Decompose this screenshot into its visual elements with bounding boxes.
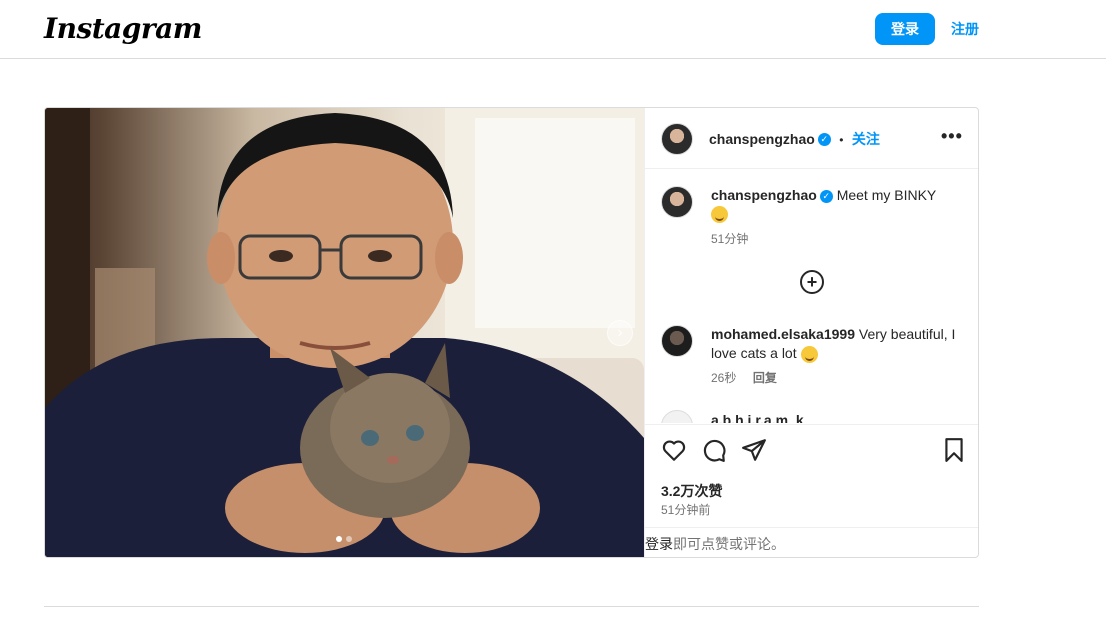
comment-item: a.b.h.i.r.a.m_k [711,412,804,423]
heart-eyes-emoji-icon [800,345,818,363]
bookmark-icon[interactable] [941,437,967,463]
like-count[interactable]: 3.2万次赞 [661,481,722,501]
caption-time: 51分钟 [711,232,749,246]
commenter-avatar[interactable] [661,410,693,423]
carousel-indicator [336,536,352,542]
carousel-dot-active [336,536,342,542]
separator-dot: • [839,133,844,147]
post-sidebar: chanspengzhao ✓ • 关注 ••• chanspengzhao ✓ M… [644,108,978,557]
author-avatar[interactable] [661,123,693,155]
like-heart-icon[interactable] [661,437,687,463]
verified-badge-icon: ✓ [819,189,833,203]
comment-text-line: mohamed.elsaka1999 Very beautiful, I lov… [711,325,966,363]
login-link[interactable]: 登录 [645,534,673,554]
caption-author-avatar[interactable] [661,186,693,218]
comment-time: 26秒 [711,371,737,385]
comment-username[interactable]: mohamed.elsaka1999 [711,326,855,342]
divider [44,606,979,607]
author-username[interactable]: chanspengzhao [709,131,815,147]
carousel-next-icon[interactable]: › [607,320,633,346]
signup-link[interactable]: 注册 [951,13,979,45]
post-header: chanspengzhao ✓ • 关注 ••• [645,108,978,169]
post-media[interactable]: › [45,108,644,557]
share-send-icon[interactable] [741,437,767,463]
top-navigation-bar: Instagram 登录 注册 [0,0,1106,59]
follow-button[interactable]: 关注 [852,131,880,147]
smiling-emoji-icon [711,206,728,224]
verified-badge-icon: ✓ [817,133,831,147]
post-photo [45,108,644,557]
post-time: 51分钟前 [661,503,711,517]
carousel-dot [346,536,352,542]
caption-username[interactable]: chanspengzhao [711,187,817,203]
comments-section: chanspengzhao ✓ Meet my BINKY 51分钟 + moha… [645,170,978,423]
caption-text-line: chanspengzhao ✓ Meet my BINKY [711,186,961,205]
comment-username[interactable]: a.b.h.i.r.a.m_k [711,412,804,423]
comment-bubble-icon[interactable] [701,437,727,463]
login-button[interactable]: 登录 [875,13,935,45]
instagram-logo[interactable]: Instagram [44,12,202,45]
caption-block: chanspengzhao ✓ Meet my BINKY 51分钟 [711,186,961,247]
caption-text: Meet my BINKY [836,187,937,203]
load-more-comments-icon[interactable]: + [800,270,824,294]
post-card: › chanspengzhao ✓ • 关注 ••• chanspengzhao ✓… [44,107,979,558]
post-header-info: chanspengzhao ✓ • 关注 [709,129,880,149]
commenter-avatar[interactable] [661,325,693,357]
login-prompt-text: 即可点赞或评论。 [673,535,785,552]
comment-item: mohamed.elsaka1999 Very beautiful, I lov… [711,325,966,387]
post-actions: 3.2万次赞 51分钟前 [645,424,978,527]
more-horizontal-icon[interactable]: ••• [941,126,963,147]
reply-button[interactable]: 回复 [753,371,777,385]
login-prompt: 登录 即可点赞或评论。 [645,527,978,557]
